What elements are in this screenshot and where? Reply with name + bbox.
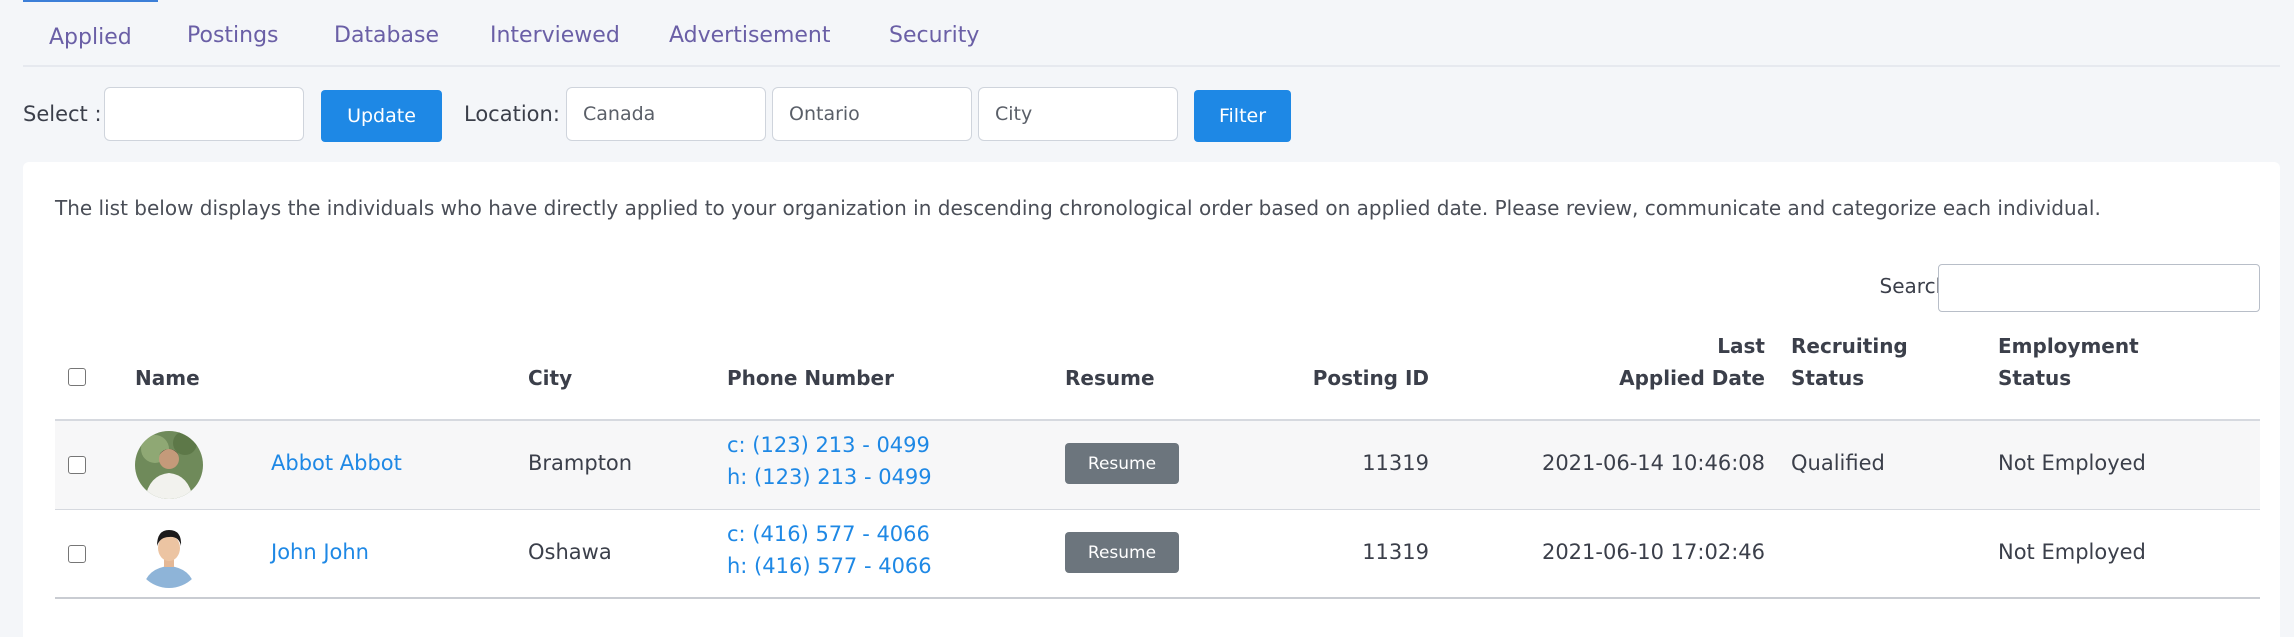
- province-input[interactable]: [772, 87, 972, 141]
- tab-interviewed[interactable]: Interviewed: [464, 0, 646, 67]
- header-employment-line2: Status: [1998, 366, 2072, 390]
- posting-id: 11319: [1362, 451, 1429, 475]
- row-checkbox[interactable]: [68, 545, 86, 563]
- tab-security[interactable]: Security: [863, 0, 1005, 67]
- location-label: Location:: [464, 102, 560, 126]
- country-input[interactable]: [566, 87, 766, 141]
- applicant-city: Brampton: [528, 451, 633, 475]
- phone-home-link[interactable]: h: (123) 213 - 0499: [727, 465, 932, 489]
- search-input[interactable]: [1938, 264, 2260, 312]
- row-checkbox[interactable]: [68, 456, 86, 474]
- applicant-name-link[interactable]: Abbot Abbot: [271, 451, 402, 475]
- header-recruiting-line1: Recruiting: [1791, 334, 1908, 358]
- table-header: Name City Phone Number Resume Posting ID…: [55, 334, 2260, 421]
- header-last-applied-line2: Applied Date: [1619, 366, 1765, 390]
- tab-postings[interactable]: Postings: [161, 0, 305, 67]
- phone-home-link[interactable]: h: (416) 577 - 4066: [727, 554, 932, 578]
- avatar: [135, 520, 203, 588]
- select-all-checkbox[interactable]: [68, 368, 86, 386]
- resume-button[interactable]: Resume: [1065, 532, 1179, 573]
- header-resume[interactable]: Resume: [1065, 362, 1155, 394]
- header-phone[interactable]: Phone Number: [727, 362, 894, 394]
- resume-button[interactable]: Resume: [1065, 443, 1179, 484]
- posting-id: 11319: [1362, 540, 1429, 564]
- filter-button[interactable]: Filter: [1194, 90, 1291, 142]
- header-last-applied-line1: Last: [1717, 334, 1765, 358]
- header-employment-status[interactable]: Employment Status: [1998, 330, 2139, 394]
- header-city[interactable]: City: [528, 362, 572, 394]
- city-input[interactable]: [978, 87, 1178, 141]
- applicant-city: Oshawa: [528, 540, 612, 564]
- table-row: Abbot Abbot Brampton c: (123) 213 - 0499…: [55, 421, 2260, 510]
- select-input[interactable]: [104, 87, 304, 141]
- last-applied-date: 2021-06-10 17:02:46: [1541, 540, 1765, 564]
- table-row: John John Oshawa c: (416) 577 - 4066 h: …: [55, 510, 2260, 599]
- tab-applied[interactable]: Applied: [23, 0, 158, 67]
- last-applied-date: 2021-06-14 10:46:08: [1541, 451, 1765, 475]
- tab-advertisement[interactable]: Advertisement: [643, 0, 857, 67]
- header-recruiting-line2: Status: [1791, 366, 1865, 390]
- employment-status: Not Employed: [1998, 540, 2146, 564]
- applicant-name-link[interactable]: John John: [271, 540, 369, 564]
- update-button[interactable]: Update: [321, 90, 442, 142]
- employment-status: Not Employed: [1998, 451, 2146, 475]
- header-employment-line1: Employment: [1998, 334, 2139, 358]
- header-name[interactable]: Name: [135, 362, 200, 394]
- header-last-applied[interactable]: Last Applied Date: [1535, 330, 1765, 394]
- phone-cell-link[interactable]: c: (416) 577 - 4066: [727, 522, 930, 546]
- phone-cell-link[interactable]: c: (123) 213 - 0499: [727, 433, 930, 457]
- header-posting-id[interactable]: Posting ID: [1215, 362, 1429, 394]
- select-label: Select :: [23, 102, 102, 126]
- avatar: [135, 431, 203, 499]
- header-recruiting-status[interactable]: Recruiting Status: [1791, 330, 1908, 394]
- filter-bar: Select : Update Location: Filter: [23, 87, 1323, 143]
- applicants-table: Name City Phone Number Resume Posting ID…: [55, 334, 2260, 599]
- tab-bar: Applied Postings Database Interviewed Ad…: [23, 0, 2280, 67]
- list-description: The list below displays the individuals …: [55, 196, 2101, 220]
- applicants-card: The list below displays the individuals …: [23, 162, 2280, 637]
- tab-database[interactable]: Database: [308, 0, 465, 67]
- recruiting-status: Qualified: [1791, 451, 1885, 475]
